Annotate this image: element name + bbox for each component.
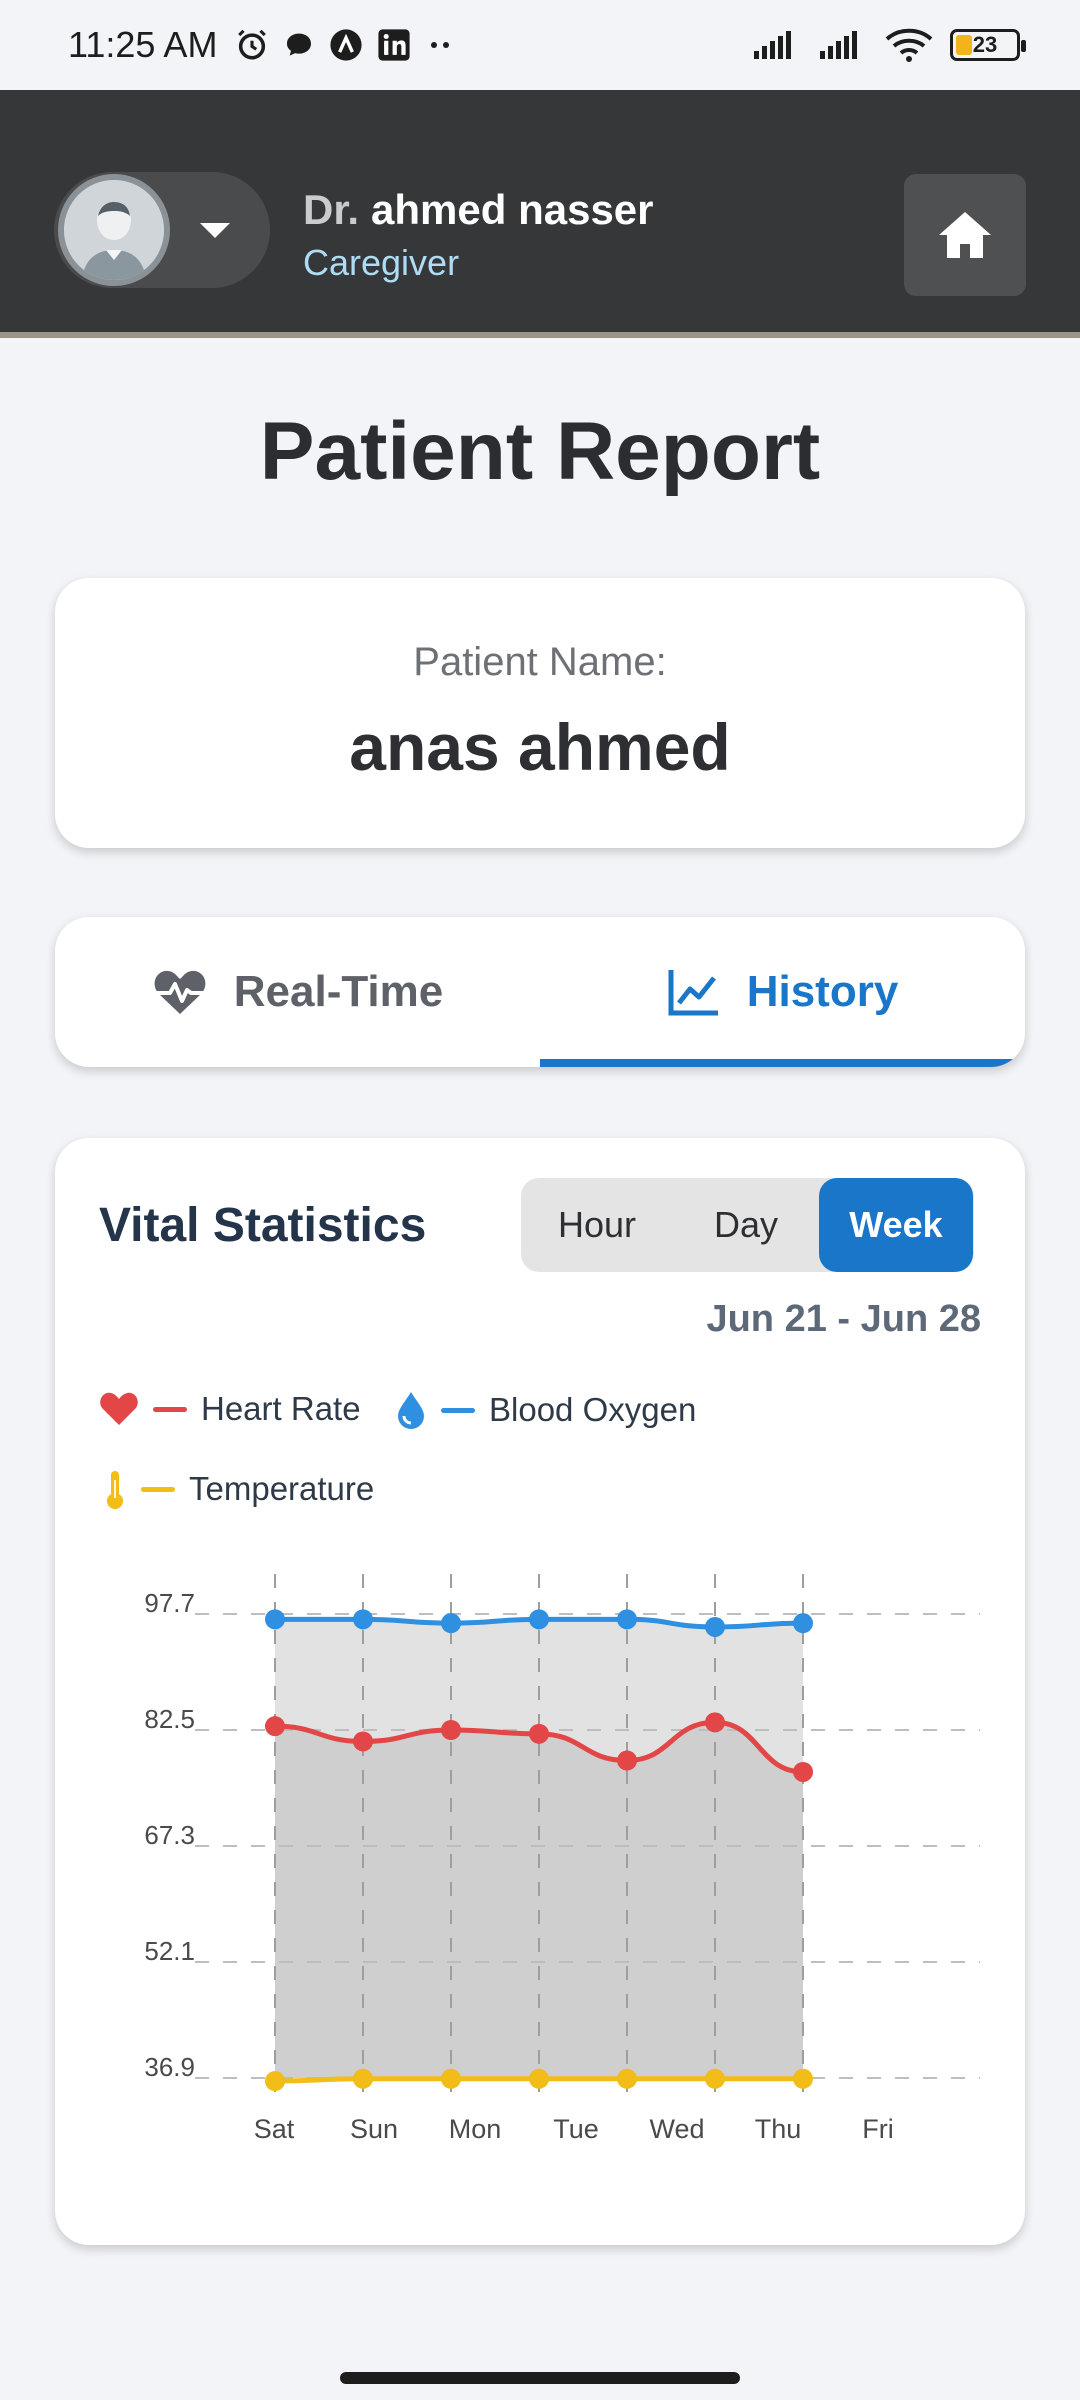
app-a-icon — [330, 29, 363, 61]
temperature-point — [441, 2068, 461, 2089]
status-bar: 11:25 AM 23 — [0, 0, 1080, 90]
temperature-point — [617, 2068, 637, 2089]
profile-menu-button[interactable] — [54, 172, 270, 288]
signal-icon — [754, 31, 791, 59]
blood-oxygen-point — [705, 1616, 725, 1637]
signal-icon — [820, 31, 857, 59]
battery-icon: 23 — [950, 29, 1026, 61]
x-tick-label: Sun — [350, 2114, 398, 2144]
patient-name: anas ahmed — [349, 710, 731, 784]
heart-rate-point — [265, 1716, 285, 1737]
wifi-icon — [885, 28, 933, 62]
x-tick-label: Fri — [862, 2114, 893, 2144]
notification-icons — [235, 28, 455, 62]
x-tick-label: Thu — [755, 2114, 802, 2144]
page-title: Patient Report — [259, 406, 821, 497]
app-header: Dr. ahmed nasser Caregiver — [0, 90, 1080, 338]
blood-oxygen-point — [353, 1609, 373, 1630]
tab-real-time[interactable]: Real-Time — [55, 917, 540, 1067]
chat-icon — [287, 33, 312, 56]
x-tick-label: Wed — [649, 2114, 704, 2144]
heart-rate-point — [617, 1750, 637, 1771]
doctor-name: Dr. ahmed nasser — [303, 186, 654, 234]
doctor-role: Caregiver — [303, 242, 460, 283]
status-time: 11:25 AM — [68, 24, 218, 65]
vital-statistics-card: Vital Statistics Hour Day Week Jun 21 - … — [55, 1138, 1025, 2245]
home-button[interactable] — [904, 174, 1026, 296]
blood-oxygen-point — [529, 1609, 549, 1630]
temperature-point — [353, 2068, 373, 2089]
blood-oxygen-point — [265, 1609, 285, 1630]
heart-rate-point — [529, 1723, 549, 1744]
temperature-point — [793, 2068, 813, 2089]
y-tick-label: 36.9 — [144, 2052, 195, 2082]
blood-oxygen-point — [441, 1613, 461, 1634]
status-left: 11:25 AM — [68, 24, 455, 66]
x-tick-label: Tue — [553, 2114, 599, 2144]
y-tick-label: 52.1 — [144, 1936, 195, 1966]
blood-oxygen-point — [793, 1613, 813, 1634]
vital-statistics-chart: 97.7 82.5 67.3 52.1 36.9 Sat Sun Mon Tue Wed Thu Fr… — [144, 1574, 980, 2144]
report-tabs: Real-Time History — [55, 917, 1025, 1067]
x-tick-label: Sat — [254, 2114, 295, 2144]
avatar — [58, 174, 170, 286]
active-tab-indicator — [540, 1059, 1025, 1067]
doctor-prefix: Dr. — [303, 186, 360, 233]
doctor-name-text: ahmed nasser — [371, 186, 654, 233]
alarm-icon — [238, 29, 267, 60]
heart-rate-point — [353, 1731, 373, 1752]
heart-rate-point — [441, 1720, 461, 1740]
tab-real-time-label: Real-Time — [233, 967, 444, 1016]
status-right: 23 — [752, 27, 1026, 63]
temperature-point — [705, 2068, 725, 2089]
tab-history-label: History — [746, 967, 899, 1016]
blood-oxygen-point — [617, 1609, 637, 1630]
temperature-point — [265, 2071, 285, 2092]
more-dots-icon — [431, 42, 450, 48]
y-tick-label: 97.7 — [144, 1588, 195, 1618]
y-tick-label: 82.5 — [144, 1704, 195, 1734]
y-tick-label: 67.3 — [144, 1820, 195, 1850]
tab-history[interactable]: History — [540, 917, 1025, 1067]
home-icon — [939, 212, 991, 258]
linkedin-icon — [378, 29, 411, 61]
patient-name-label: Patient Name: — [413, 640, 667, 684]
home-indicator — [340, 2372, 740, 2384]
heartbeat-icon — [154, 970, 206, 1014]
patient-card: Patient Name: anas ahmed — [55, 578, 1025, 848]
heart-rate-point — [793, 1761, 813, 1782]
line-chart-icon — [668, 970, 718, 1016]
temperature-point — [529, 2068, 549, 2089]
heart-rate-point — [705, 1712, 725, 1733]
chevron-down-icon — [200, 222, 230, 238]
x-tick-label: Mon — [449, 2114, 502, 2144]
battery-level: 23 — [972, 32, 998, 57]
